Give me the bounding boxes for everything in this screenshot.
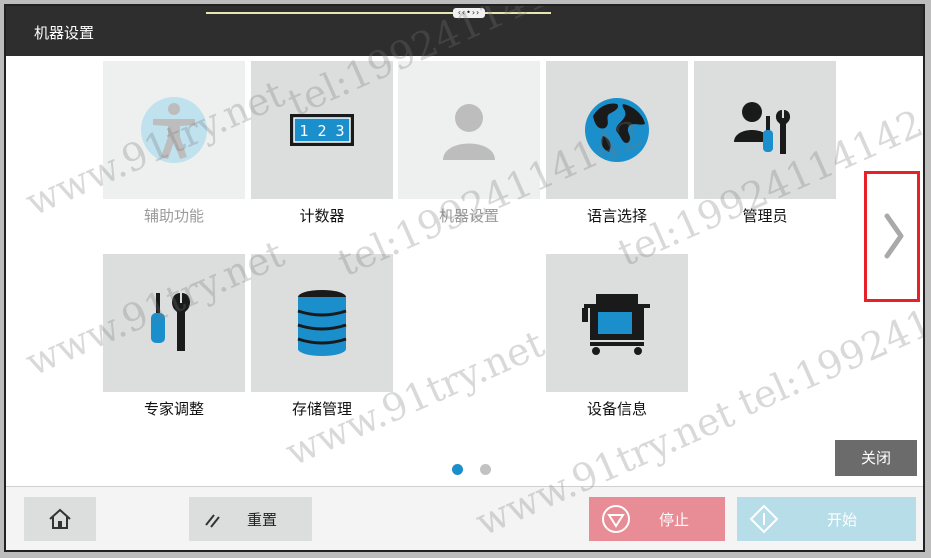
tile-machine-settings[interactable] [398,61,540,199]
tile-accessibility[interactable] [103,61,245,199]
stop-label: 停止 [659,510,690,529]
chevron-right-icon [884,213,904,259]
tile-expert-adjust-label: 专家调整 [143,400,204,418]
tile-language[interactable] [546,61,688,199]
machine-settings-window: ‹‹•›› 机器设置 辅助功能 1 2 3 计数器 机器设置 语言选择 管理员 … [4,4,925,552]
device-info-icon [582,294,650,355]
counter-digits: 1 2 3 [299,122,344,140]
stop-icon [602,505,630,533]
tile-device-info[interactable] [546,254,688,392]
tile-storage-management-label: 存储管理 [291,400,352,418]
window-title: 机器设置 [34,24,95,42]
page-dot-active[interactable] [452,464,463,475]
page-dot[interactable] [480,464,491,475]
tile-expert-adjust[interactable] [103,254,245,392]
start-icon [749,504,779,534]
home-icon [49,508,71,529]
tile-accessibility-label: 辅助功能 [143,207,204,225]
tile-language-label: 语言选择 [586,207,647,225]
start-label: 开始 [827,510,858,529]
tile-counter[interactable]: 1 2 3 [251,61,393,199]
bottom-action-bar: 重置 停止 开始 [6,486,923,550]
storage-database-icon [297,290,347,356]
tile-administrator-label: 管理员 [742,207,788,225]
reset-icon [205,514,220,528]
stop-button[interactable]: 停止 [589,497,725,541]
start-button[interactable]: 开始 [737,497,916,541]
title-bar-accent-line [206,12,551,14]
tile-administrator[interactable] [694,61,836,199]
expert-tools-icon [151,293,190,351]
reset-button[interactable]: 重置 [189,497,312,541]
admin-tools-icon [734,102,791,154]
home-button[interactable] [24,497,96,541]
tile-device-info-label: 设备信息 [586,400,647,418]
counter-icon: 1 2 3 [290,114,354,146]
close-button[interactable]: 关闭 [835,440,917,476]
reset-label: 重置 [247,510,278,529]
title-bar: ‹‹•›› 机器设置 [6,6,923,56]
tile-counter-label: 计数器 [299,207,345,225]
accessibility-icon [141,97,207,163]
globe-icon [585,98,649,162]
user-silhouette-icon [443,104,495,160]
next-page-button[interactable] [864,171,920,302]
tile-storage-management[interactable] [251,254,393,392]
panel-handle[interactable]: ‹‹•›› [453,8,485,18]
tile-machine-settings-label: 机器设置 [438,207,499,225]
